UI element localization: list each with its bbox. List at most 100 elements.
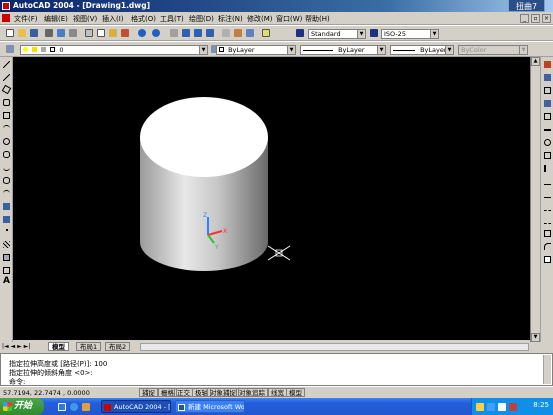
- start-button[interactable]: 开始: [0, 398, 44, 415]
- menu-modify[interactable]: 修改(M): [247, 14, 273, 24]
- menu-dimension[interactable]: 标注(N): [218, 14, 243, 24]
- erase-icon[interactable]: [544, 61, 551, 68]
- print-icon[interactable]: [45, 29, 53, 37]
- cut-icon[interactable]: [85, 29, 93, 37]
- desktop-icon[interactable]: [58, 403, 66, 411]
- table-icon[interactable]: [3, 267, 10, 274]
- lineweight-toggle[interactable]: 线宽: [268, 388, 287, 397]
- ellipse-arc-icon[interactable]: [3, 190, 10, 197]
- menu-tools[interactable]: 工具(T): [160, 14, 184, 24]
- document-icon[interactable]: [2, 14, 10, 22]
- properties-icon[interactable]: [222, 29, 230, 37]
- polygon-icon[interactable]: [3, 99, 10, 106]
- circle-icon[interactable]: [3, 138, 10, 145]
- new-file-icon[interactable]: [6, 29, 14, 37]
- text-style-icon[interactable]: [296, 29, 304, 37]
- menu-edit[interactable]: 编辑(E): [44, 14, 68, 24]
- taskbar-word[interactable]: 新建 Microsoft Wo...: [175, 400, 245, 413]
- restore-icon[interactable]: ▫: [531, 14, 540, 23]
- revision-cloud-icon[interactable]: [3, 151, 10, 158]
- save-icon[interactable]: [30, 29, 38, 37]
- command-window[interactable]: 指定拉伸高度或 [路径(P)]: 100 指定拉伸的倾斜角度 <0>: 命令:: [0, 353, 553, 386]
- move-icon[interactable]: [544, 129, 551, 131]
- break-at-point-icon[interactable]: [544, 204, 551, 211]
- ie-icon[interactable]: [70, 403, 78, 411]
- layer-select[interactable]: 0 ▼: [20, 45, 208, 55]
- tab-layout1[interactable]: 布局1: [76, 342, 102, 351]
- linetype-select[interactable]: ByLayer ▼: [300, 45, 386, 55]
- rectangle-icon[interactable]: [3, 112, 10, 119]
- menu-view[interactable]: 视图(V): [73, 14, 97, 24]
- trim-icon[interactable]: [544, 178, 551, 185]
- otrack-toggle[interactable]: 对象追踪: [236, 388, 268, 397]
- vertical-scrollbar[interactable]: ▲ ▼: [530, 57, 540, 343]
- hatch-icon[interactable]: [3, 241, 10, 248]
- clock[interactable]: 8:25: [533, 401, 549, 409]
- text-style-select[interactable]: Standard ▼: [308, 29, 366, 39]
- color-select[interactable]: ByLayer ▼: [216, 45, 296, 55]
- paste-icon[interactable]: [109, 29, 117, 37]
- model-toggle[interactable]: 模型: [286, 388, 305, 397]
- rotate-icon[interactable]: [544, 139, 551, 146]
- extend-icon[interactable]: [544, 191, 551, 198]
- menu-draw[interactable]: 绘图(D): [189, 14, 214, 24]
- layer-manager-icon[interactable]: [6, 45, 14, 53]
- match-properties-icon[interactable]: [121, 29, 129, 37]
- offset-icon[interactable]: [544, 100, 551, 107]
- pan-icon[interactable]: [170, 29, 178, 37]
- horizontal-scrollbar[interactable]: [140, 343, 529, 351]
- point-icon[interactable]: [6, 229, 8, 231]
- preview-icon[interactable]: [57, 29, 65, 37]
- design-center-icon[interactable]: [234, 29, 242, 37]
- security-icon[interactable]: [509, 403, 517, 411]
- zoom-window-icon[interactable]: [194, 29, 202, 37]
- mirror-icon[interactable]: [544, 87, 551, 94]
- drawing-canvas[interactable]: Z X Y: [13, 57, 530, 340]
- publish-icon[interactable]: [69, 29, 77, 37]
- scale-icon[interactable]: [544, 152, 551, 159]
- menu-file[interactable]: 文件(F): [14, 14, 38, 24]
- close-icon[interactable]: ×: [542, 14, 551, 23]
- break-icon[interactable]: [544, 217, 551, 224]
- menu-help[interactable]: 帮助(H): [305, 14, 330, 24]
- copy-object-icon[interactable]: [544, 74, 551, 81]
- fillet-icon[interactable]: [544, 243, 551, 250]
- ellipse-icon[interactable]: [3, 177, 10, 184]
- line-icon[interactable]: [3, 61, 10, 68]
- polyline-icon[interactable]: [1, 84, 12, 95]
- undo-icon[interactable]: [138, 29, 146, 37]
- dim-style-select[interactable]: ISO-25 ▼: [381, 29, 439, 39]
- stretch-icon[interactable]: [544, 165, 551, 172]
- arc-icon[interactable]: [3, 125, 10, 132]
- command-scrollbar[interactable]: [543, 355, 551, 384]
- insert-block-icon[interactable]: [3, 203, 10, 210]
- multiline-text-icon[interactable]: A: [3, 277, 10, 286]
- tray-icon[interactable]: [476, 403, 484, 411]
- explode-icon[interactable]: [544, 256, 551, 263]
- dim-style-icon[interactable]: [370, 29, 378, 37]
- tab-nav-arrows-icon[interactable]: |◄ ◄ ► ►|: [2, 343, 30, 350]
- tool-palettes-icon[interactable]: [246, 29, 254, 37]
- region-icon[interactable]: [3, 254, 10, 261]
- lineweight-select[interactable]: ByLayer ▼: [390, 45, 454, 55]
- osnap-toggle[interactable]: 对象捕捉: [207, 388, 239, 397]
- network-icon[interactable]: [487, 403, 495, 411]
- open-folder-icon[interactable]: [18, 29, 26, 37]
- zoom-previous-icon[interactable]: [206, 29, 214, 37]
- array-icon[interactable]: [544, 113, 551, 120]
- minimize-icon[interactable]: _: [520, 14, 529, 23]
- tab-layout2[interactable]: 布局2: [105, 342, 131, 351]
- menu-insert[interactable]: 插入(I): [102, 14, 124, 24]
- make-block-icon[interactable]: [3, 216, 10, 223]
- taskbar-autocad[interactable]: AutoCAD 2004 - [...: [101, 400, 171, 413]
- tab-model[interactable]: 模型: [48, 342, 69, 351]
- zoom-realtime-icon[interactable]: [182, 29, 190, 37]
- redo-icon[interactable]: [152, 29, 160, 37]
- scroll-up-icon[interactable]: ▲: [531, 57, 540, 66]
- menu-format[interactable]: 格式(O): [131, 14, 156, 24]
- scroll-down-icon[interactable]: ▼: [531, 333, 540, 342]
- volume-icon[interactable]: [498, 403, 506, 411]
- snap-toggle[interactable]: 捕捉: [139, 388, 158, 397]
- chamfer-icon[interactable]: [544, 230, 551, 237]
- spline-icon[interactable]: [3, 164, 10, 171]
